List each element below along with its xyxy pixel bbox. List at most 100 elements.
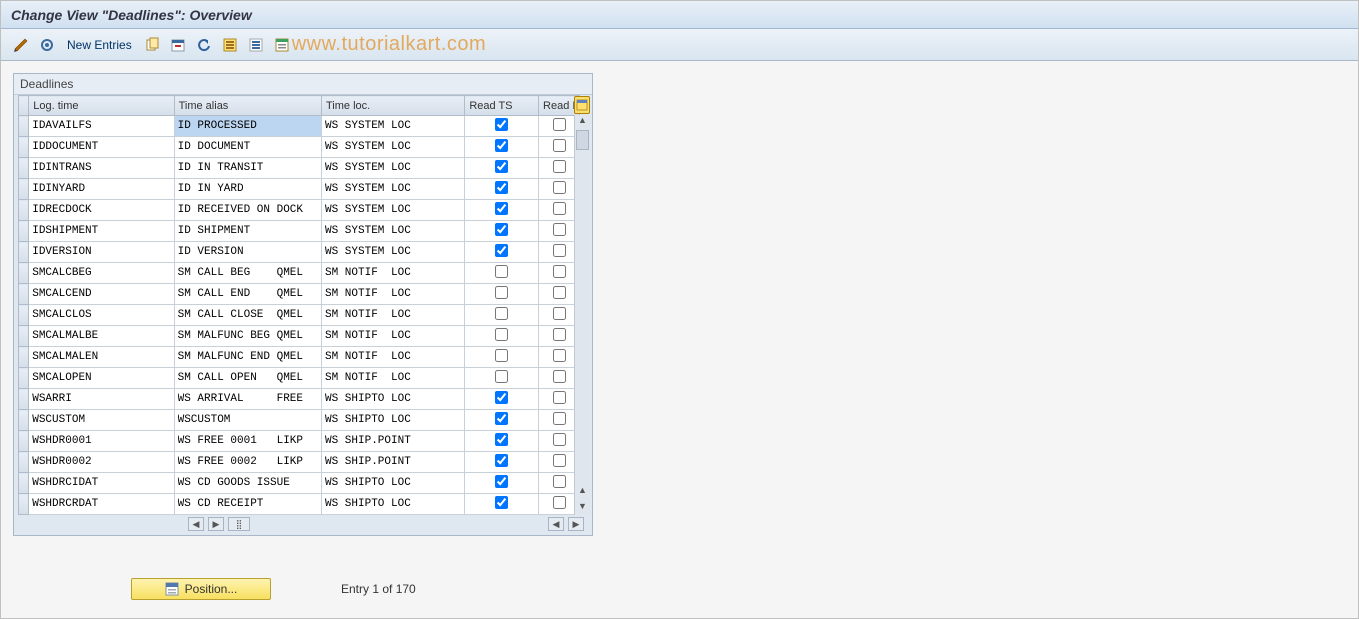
input-logtime[interactable] [29, 494, 173, 514]
select-all-icon[interactable] [220, 35, 240, 55]
checkbox-readi[interactable] [553, 202, 566, 215]
input-loc[interactable] [322, 368, 464, 388]
input-loc[interactable] [322, 179, 464, 199]
checkbox-readts[interactable] [495, 244, 508, 257]
checkbox-readi[interactable] [553, 391, 566, 404]
checkbox-readts[interactable] [495, 391, 508, 404]
checkbox-readi[interactable] [553, 223, 566, 236]
input-loc[interactable] [322, 347, 464, 367]
input-loc[interactable] [322, 263, 464, 283]
deselect-all-icon[interactable] [246, 35, 266, 55]
input-alias[interactable] [175, 137, 321, 157]
checkbox-readi[interactable] [553, 181, 566, 194]
row-selector[interactable] [19, 494, 29, 515]
row-selector[interactable] [19, 284, 29, 305]
input-alias[interactable] [175, 116, 321, 136]
checkbox-readi[interactable] [553, 139, 566, 152]
checkbox-readts[interactable] [495, 475, 508, 488]
checkbox-readts[interactable] [495, 349, 508, 362]
checkbox-readi[interactable] [553, 118, 566, 131]
checkbox-readi[interactable] [553, 454, 566, 467]
row-selector[interactable] [19, 221, 29, 242]
checkbox-readts[interactable] [495, 118, 508, 131]
input-loc[interactable] [322, 452, 464, 472]
checkbox-readi[interactable] [553, 265, 566, 278]
input-alias[interactable] [175, 494, 321, 514]
input-logtime[interactable] [29, 179, 173, 199]
input-alias[interactable] [175, 158, 321, 178]
input-logtime[interactable] [29, 452, 173, 472]
input-loc[interactable] [322, 305, 464, 325]
input-loc[interactable] [322, 116, 464, 136]
checkbox-readts[interactable] [495, 328, 508, 341]
row-selector[interactable] [19, 326, 29, 347]
vertical-scrollbar[interactable]: ▲ ▲ ▼ [574, 115, 590, 515]
checkbox-readts[interactable] [495, 265, 508, 278]
input-alias[interactable] [175, 368, 321, 388]
row-selector[interactable] [19, 389, 29, 410]
input-logtime[interactable] [29, 431, 173, 451]
checkbox-readi[interactable] [553, 286, 566, 299]
input-loc[interactable] [322, 473, 464, 493]
input-alias[interactable] [175, 431, 321, 451]
print-icon[interactable] [272, 35, 292, 55]
col-header-logtime[interactable]: Log. time [29, 96, 174, 116]
scroll-thumb[interactable] [576, 130, 589, 150]
row-selector[interactable] [19, 410, 29, 431]
row-selector[interactable] [19, 305, 29, 326]
row-selector[interactable] [19, 431, 29, 452]
checkbox-readts[interactable] [495, 412, 508, 425]
checkbox-readi[interactable] [553, 475, 566, 488]
row-selector[interactable] [19, 116, 29, 137]
input-loc[interactable] [322, 200, 464, 220]
input-alias[interactable] [175, 326, 321, 346]
row-selector[interactable] [19, 452, 29, 473]
checkbox-readts[interactable] [495, 223, 508, 236]
row-selector[interactable] [19, 137, 29, 158]
hscroll-left-arrow[interactable]: ◀ [188, 517, 204, 531]
input-alias[interactable] [175, 284, 321, 304]
col-header-readts[interactable]: Read TS [465, 96, 539, 116]
row-selector[interactable] [19, 179, 29, 200]
input-loc[interactable] [322, 158, 464, 178]
input-logtime[interactable] [29, 116, 173, 136]
hscroll-resize-handle[interactable]: ⣿ [228, 517, 250, 531]
input-loc[interactable] [322, 494, 464, 514]
hscroll-left-arrow-2[interactable]: ◀ [548, 517, 564, 531]
checkbox-readi[interactable] [553, 496, 566, 509]
input-logtime[interactable] [29, 305, 173, 325]
undo-change-icon[interactable] [194, 35, 214, 55]
input-alias[interactable] [175, 221, 321, 241]
toggle-change-icon[interactable] [11, 35, 31, 55]
input-logtime[interactable] [29, 263, 173, 283]
scroll-up-arrow[interactable]: ▲ [575, 115, 590, 129]
copy-entries-icon[interactable] [142, 35, 162, 55]
row-selector[interactable] [19, 368, 29, 389]
input-logtime[interactable] [29, 158, 173, 178]
checkbox-readts[interactable] [495, 496, 508, 509]
checkbox-readi[interactable] [553, 244, 566, 257]
checkbox-readts[interactable] [495, 202, 508, 215]
input-alias[interactable] [175, 200, 321, 220]
input-logtime[interactable] [29, 389, 173, 409]
input-loc[interactable] [322, 242, 464, 262]
input-loc[interactable] [322, 137, 464, 157]
checkbox-readts[interactable] [495, 433, 508, 446]
table-config-icon[interactable] [574, 96, 590, 114]
input-logtime[interactable] [29, 284, 173, 304]
checkbox-readts[interactable] [495, 370, 508, 383]
hscroll-right-arrow-2[interactable]: ▶ [568, 517, 584, 531]
input-logtime[interactable] [29, 221, 173, 241]
input-logtime[interactable] [29, 242, 173, 262]
input-logtime[interactable] [29, 368, 173, 388]
checkbox-readts[interactable] [495, 181, 508, 194]
input-alias[interactable] [175, 179, 321, 199]
col-header-loc[interactable]: Time loc. [322, 96, 465, 116]
input-loc[interactable] [322, 221, 464, 241]
hscroll-right-arrow[interactable]: ▶ [208, 517, 224, 531]
row-selector[interactable] [19, 347, 29, 368]
checkbox-readi[interactable] [553, 328, 566, 341]
input-alias[interactable] [175, 389, 321, 409]
input-logtime[interactable] [29, 473, 173, 493]
col-header-alias[interactable]: Time alias [174, 96, 321, 116]
